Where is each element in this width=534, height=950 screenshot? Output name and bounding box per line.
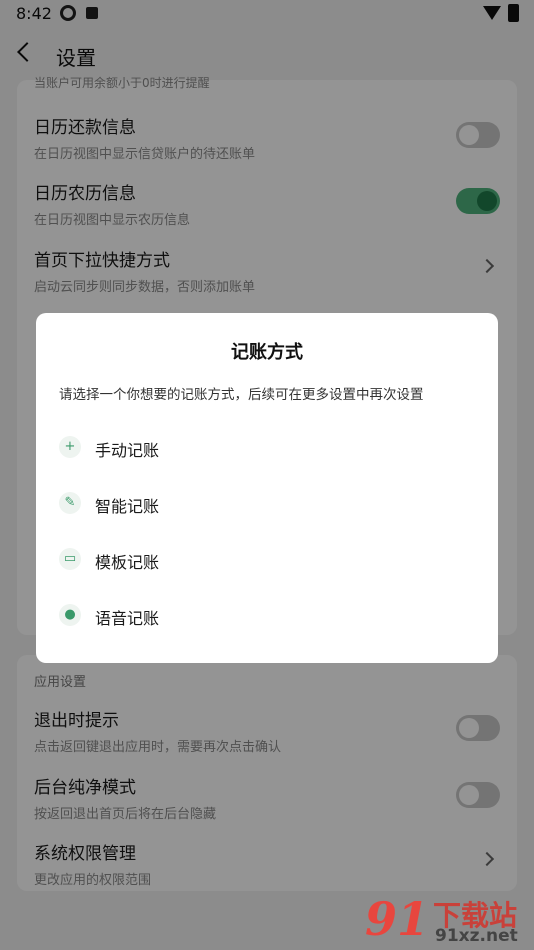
pen-icon: ✎ — [59, 492, 81, 514]
option-label: 语音记账 — [95, 609, 160, 628]
template-icon: ▭ — [59, 548, 81, 570]
bookkeeping-mode-dialog: 记账方式 请选择一个你想要的记账方式，后续可在更多设置中再次设置 + 手动记账 … — [36, 313, 498, 663]
watermark-url: 91xz.net — [435, 926, 518, 946]
option-smart-bookkeeping[interactable]: ✎ 智能记账 — [59, 490, 359, 518]
option-template-bookkeeping[interactable]: ▭ 模板记账 — [59, 546, 359, 574]
option-label: 模板记账 — [95, 553, 160, 572]
watermark-logo: 91 下载站 91xz.net — [365, 892, 534, 950]
watermark-number: 91 — [365, 892, 430, 946]
option-voice-bookkeeping[interactable]: ● 语音记账 — [59, 602, 359, 630]
option-label: 智能记账 — [95, 497, 160, 516]
microphone-icon: ● — [59, 604, 81, 626]
plus-icon: + — [59, 436, 81, 458]
option-label: 手动记账 — [95, 441, 160, 460]
dialog-description: 请选择一个你想要的记账方式，后续可在更多设置中再次设置 — [59, 387, 424, 403]
option-manual-bookkeeping[interactable]: + 手动记账 — [59, 434, 359, 462]
dialog-title: 记账方式 — [231, 342, 303, 363]
